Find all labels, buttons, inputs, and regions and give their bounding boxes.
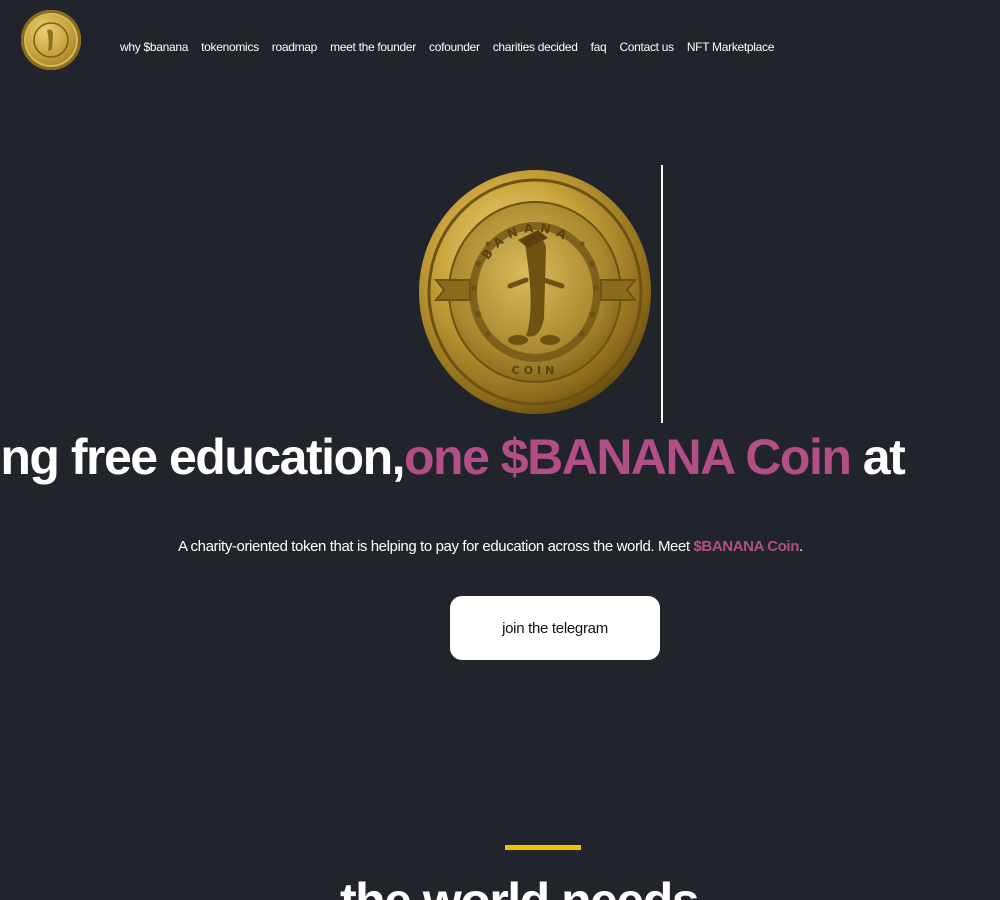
banana-coin-logo-icon xyxy=(33,22,69,58)
hero-subtitle: A charity-oriented token that is helping… xyxy=(178,538,803,555)
nav-link-charities-decided[interactable]: charities decided xyxy=(493,40,578,54)
nav-link-tokenomics[interactable]: tokenomics xyxy=(201,40,259,54)
subtitle-text: A charity-oriented token that is helping… xyxy=(178,538,694,555)
subtitle-end: . xyxy=(798,538,803,555)
join-telegram-button[interactable]: join the telegram xyxy=(450,596,660,660)
site-logo[interactable] xyxy=(21,10,81,70)
subtitle-highlight: $BANANA Coin xyxy=(693,538,799,555)
nav-link-cofounder[interactable]: cofounder xyxy=(429,40,480,54)
nav-link-faq[interactable]: faq xyxy=(591,40,607,54)
nav-link-roadmap[interactable]: roadmap xyxy=(272,40,318,54)
next-section-title: the world needs xyxy=(0,868,1000,900)
next-section-title-text: the world needs xyxy=(340,872,700,900)
banana-coin-image: BANANA COIN xyxy=(418,168,653,416)
nav-link-nft-marketplace[interactable]: NFT Marketplace xyxy=(687,40,775,54)
headline-highlight: one $BANANA Coin xyxy=(404,429,852,485)
coin-bottom-text: COIN xyxy=(512,364,559,377)
nav-link-meet-the-founder[interactable]: meet the founder xyxy=(330,40,416,54)
banana-coin-icon: BANANA COIN xyxy=(419,170,651,414)
nav-link-why-banana[interactable]: why $banana xyxy=(120,40,188,54)
main-nav: why $banana tokenomics roadmap meet the … xyxy=(120,38,787,56)
headline-part-1: ing free education, xyxy=(0,429,406,485)
headline-part-3: at xyxy=(850,429,906,485)
text-cursor-divider xyxy=(661,165,663,423)
section-divider xyxy=(505,845,581,850)
hero-headline: ing free education,one $BANANA Coin at xyxy=(0,426,1000,496)
nav-link-contact-us[interactable]: Contact us xyxy=(619,40,674,54)
